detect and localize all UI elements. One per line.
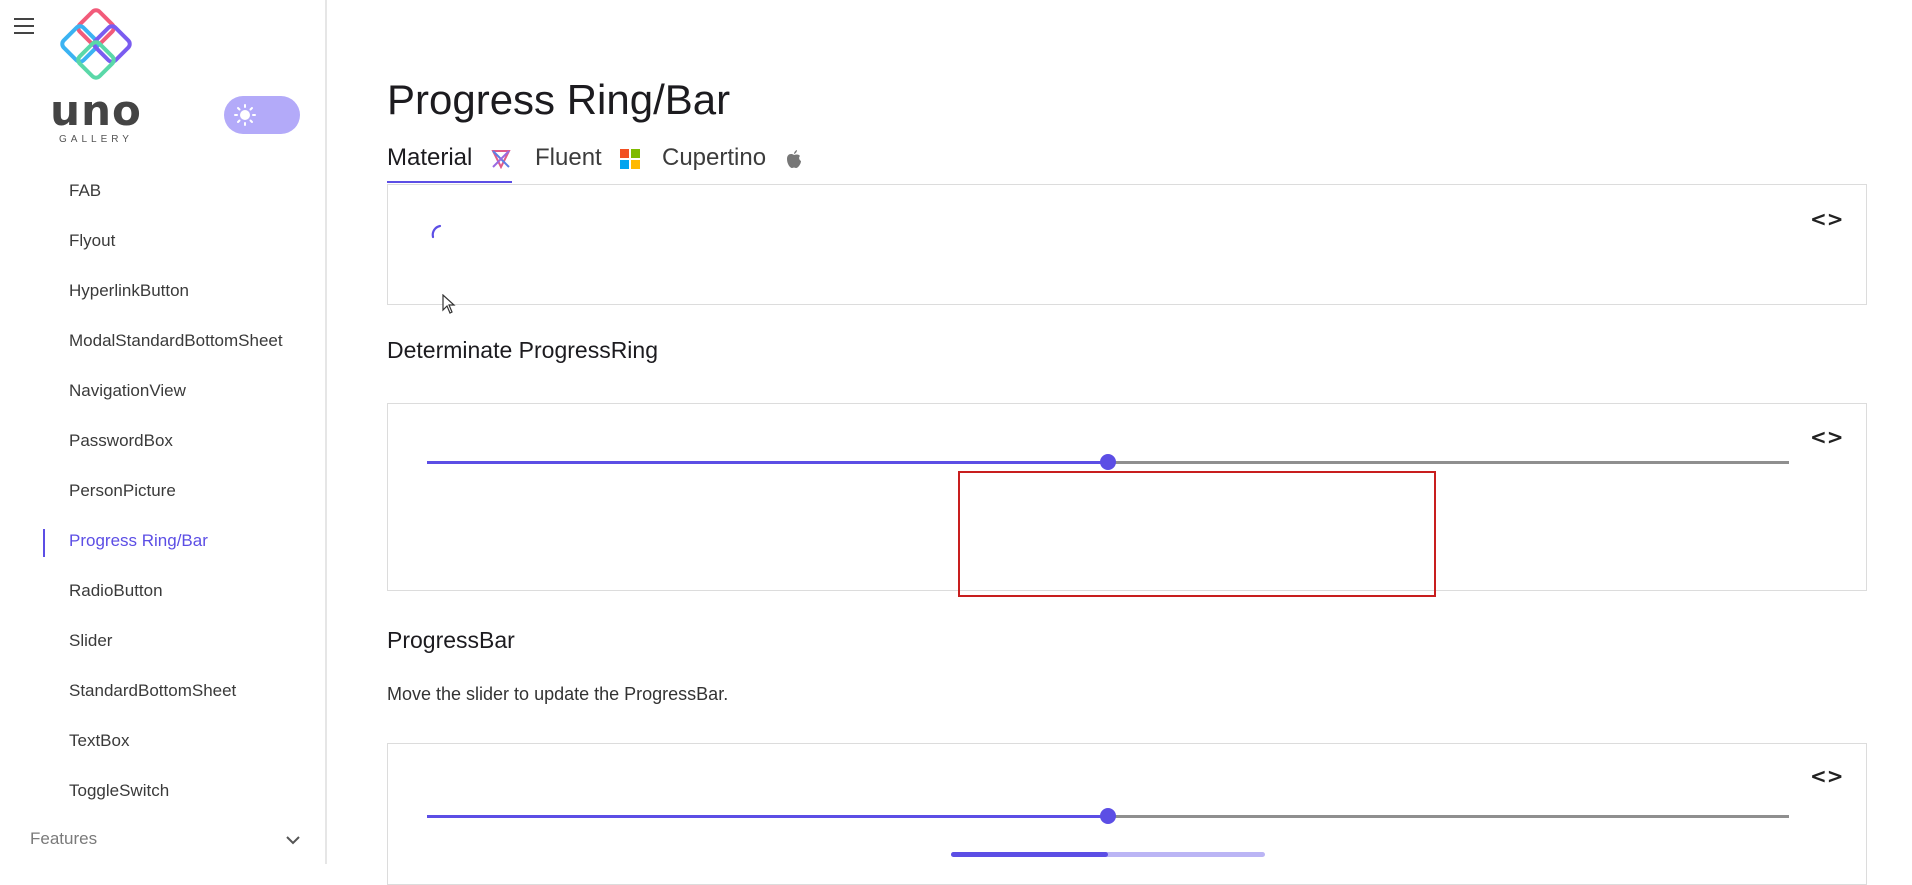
main-content: Progress Ring/Bar Material Fluent Cupert…: [387, 0, 1867, 885]
hamburger-menu-icon[interactable]: [14, 18, 34, 34]
slider-fill: [427, 815, 1108, 818]
windows-logo-icon: [620, 148, 641, 169]
sidebar-item-radiobutton[interactable]: RadioButton: [0, 570, 325, 620]
design-system-tabs: Material Fluent Cupertino: [387, 142, 1867, 184]
slider-fill: [427, 461, 1108, 464]
sidebar-nav: FAB Flyout HyperlinkButton ModalStandard…: [0, 170, 325, 820]
tab-material-label: Material: [387, 144, 473, 171]
sidebar-item-modalstandardbottomsheet[interactable]: ModalStandardBottomSheet: [0, 320, 325, 370]
progress-ring-highlight-box: [958, 471, 1436, 597]
uno-gallery-logo: uno GALLERY: [46, 8, 146, 145]
code-toggle-button[interactable]: <>: [1810, 207, 1844, 231]
sidebar-item-hyperlinkbutton[interactable]: HyperlinkButton: [0, 270, 325, 320]
slider-thumb[interactable]: [1100, 808, 1116, 824]
sidebar: uno GALLERY FAB Flyout HyperlinkButton M…: [0, 0, 327, 864]
features-label: Features: [30, 829, 98, 848]
chevron-down-icon: [286, 836, 300, 845]
sidebar-item-standardbottomsheet[interactable]: StandardBottomSheet: [0, 670, 325, 720]
sidebar-item-slider[interactable]: Slider: [0, 620, 325, 670]
tab-cupertino[interactable]: Cupertino: [662, 142, 803, 182]
active-tab-indicator: [387, 181, 512, 183]
progressbar-slider[interactable]: [427, 806, 1789, 826]
sidebar-item-toggleswitch[interactable]: ToggleSwitch: [0, 770, 325, 820]
uno-logo-mark: [60, 8, 132, 80]
logo-subtitle: GALLERY: [59, 134, 133, 145]
progressbar-description: Move the slider to update the ProgressBa…: [387, 684, 729, 704]
sidebar-item-fab[interactable]: FAB: [0, 170, 325, 220]
material-icon: [491, 149, 511, 169]
indeterminate-progress-ring: [431, 224, 442, 239]
logo-wordmark: uno: [50, 86, 142, 135]
progressbar-heading: ProgressBar: [387, 627, 515, 653]
sidebar-item-navigationview[interactable]: NavigationView: [0, 370, 325, 420]
sun-icon: [234, 104, 256, 126]
mouse-cursor-icon: [442, 294, 456, 314]
tab-fluent-label: Fluent: [535, 144, 602, 171]
code-toggle-button[interactable]: <>: [1810, 764, 1844, 788]
tab-material[interactable]: Material: [387, 142, 511, 182]
determinate-ring-slider[interactable]: [427, 452, 1789, 472]
sidebar-item-flyout[interactable]: Flyout: [0, 220, 325, 270]
sidebar-item-progress-ring-bar[interactable]: Progress Ring/Bar: [0, 520, 325, 570]
tab-cupertino-label: Cupertino: [662, 144, 767, 171]
sidebar-item-personpicture[interactable]: PersonPicture: [0, 470, 325, 520]
progress-bar-fill: [951, 852, 1108, 857]
slider-thumb[interactable]: [1100, 454, 1116, 470]
determinate-ring-heading: Determinate ProgressRing: [387, 337, 659, 363]
sidebar-item-passwordbox[interactable]: PasswordBox: [0, 420, 325, 470]
sidebar-group-features[interactable]: Features: [30, 829, 302, 859]
indeterminate-ring-card: <>: [387, 184, 1867, 305]
sidebar-item-textbox[interactable]: TextBox: [0, 720, 325, 770]
progress-bar: [951, 852, 1265, 857]
page-title: Progress Ring/Bar: [387, 76, 731, 123]
tab-fluent[interactable]: Fluent: [535, 142, 641, 182]
theme-toggle[interactable]: [224, 96, 300, 134]
determinate-ring-card: <>: [387, 403, 1867, 597]
code-toggle-button[interactable]: <>: [1810, 425, 1844, 449]
apple-logo-icon: [786, 149, 801, 168]
